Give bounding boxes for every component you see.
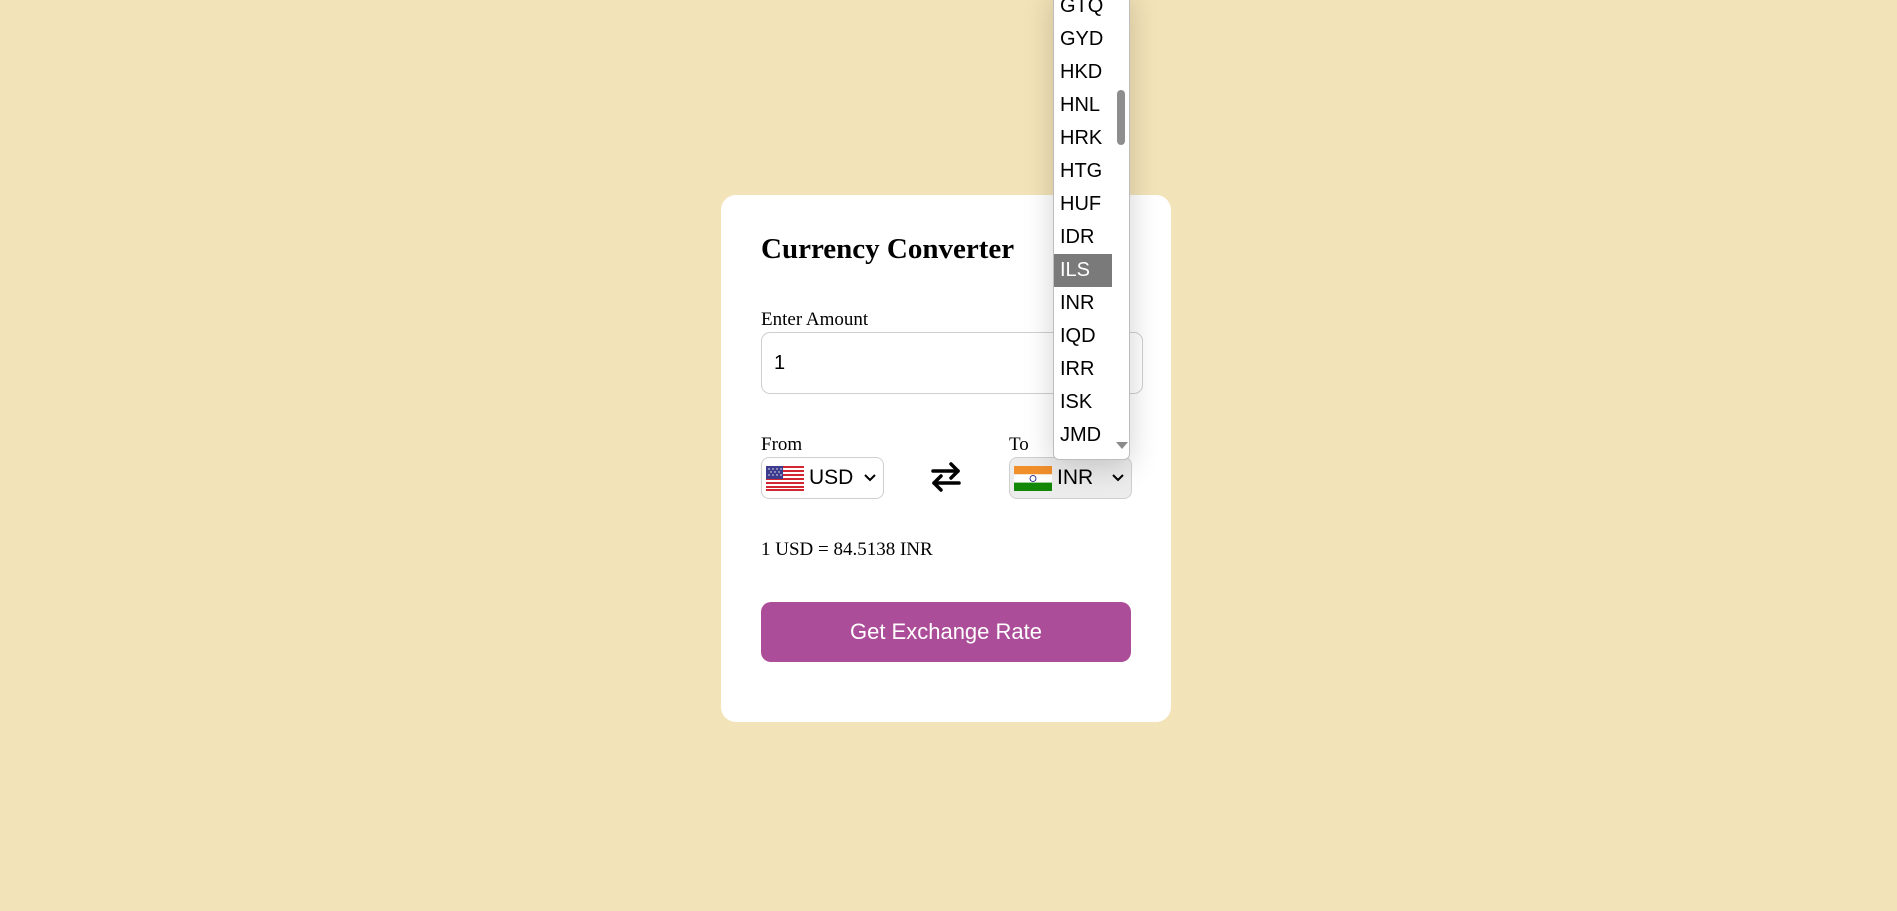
page-title: Currency Converter [761, 233, 1015, 265]
chevron-down-icon [1112, 474, 1124, 482]
from-currency-select[interactable]: USD [761, 457, 884, 499]
chevron-down-icon [864, 474, 876, 482]
dropdown-option-isk[interactable]: ISK [1054, 386, 1112, 419]
scroll-down-arrow-icon[interactable] [1116, 442, 1128, 449]
dropdown-option-ils[interactable]: ILS [1054, 254, 1112, 287]
dropdown-option-irr[interactable]: IRR [1054, 353, 1112, 386]
dropdown-option-hrk[interactable]: HRK [1054, 122, 1112, 155]
get-exchange-rate-button[interactable]: Get Exchange Rate [761, 602, 1131, 662]
dropdown-option-gtq[interactable]: GTQ [1054, 0, 1112, 23]
dropdown-option-hnl[interactable]: HNL [1054, 89, 1112, 122]
to-currency-select[interactable]: INR [1009, 457, 1132, 499]
dropdown-options: GTQ GYD HKD HNL HRK HTG HUF IDR ILS INR IQD IRR ISK J… [1054, 0, 1112, 452]
currency-dropdown-list[interactable]: GTQ GYD HKD HNL HRK HTG HUF IDR ILS INR IQD IRR ISK J… [1053, 0, 1130, 460]
dropdown-option-huf[interactable]: HUF [1054, 188, 1112, 221]
dropdown-option-idr[interactable]: IDR [1054, 221, 1112, 254]
from-label: From [761, 434, 803, 455]
from-currency-value: USD [809, 466, 854, 489]
india-flag-icon [1014, 465, 1052, 491]
amount-label: Enter Amount [761, 309, 869, 330]
dropdown-option-hkd[interactable]: HKD [1054, 56, 1112, 89]
dropdown-option-iqd[interactable]: IQD [1054, 320, 1112, 353]
dropdown-scrollbar[interactable] [1115, 0, 1128, 455]
to-label: To [1009, 434, 1029, 455]
swap-arrows-icon[interactable] [930, 459, 962, 495]
dropdown-option-inr[interactable]: INR [1054, 287, 1112, 320]
scrollbar-thumb[interactable] [1117, 90, 1125, 145]
dropdown-option-gyd[interactable]: GYD [1054, 23, 1112, 56]
dropdown-option-htg[interactable]: HTG [1054, 155, 1112, 188]
to-currency-value: INR [1057, 466, 1094, 489]
exchange-rate-text: 1 USD = 84.5138 INR [761, 539, 933, 560]
us-flag-icon [766, 465, 804, 491]
dropdown-option-jmd[interactable]: JMD [1054, 419, 1112, 452]
